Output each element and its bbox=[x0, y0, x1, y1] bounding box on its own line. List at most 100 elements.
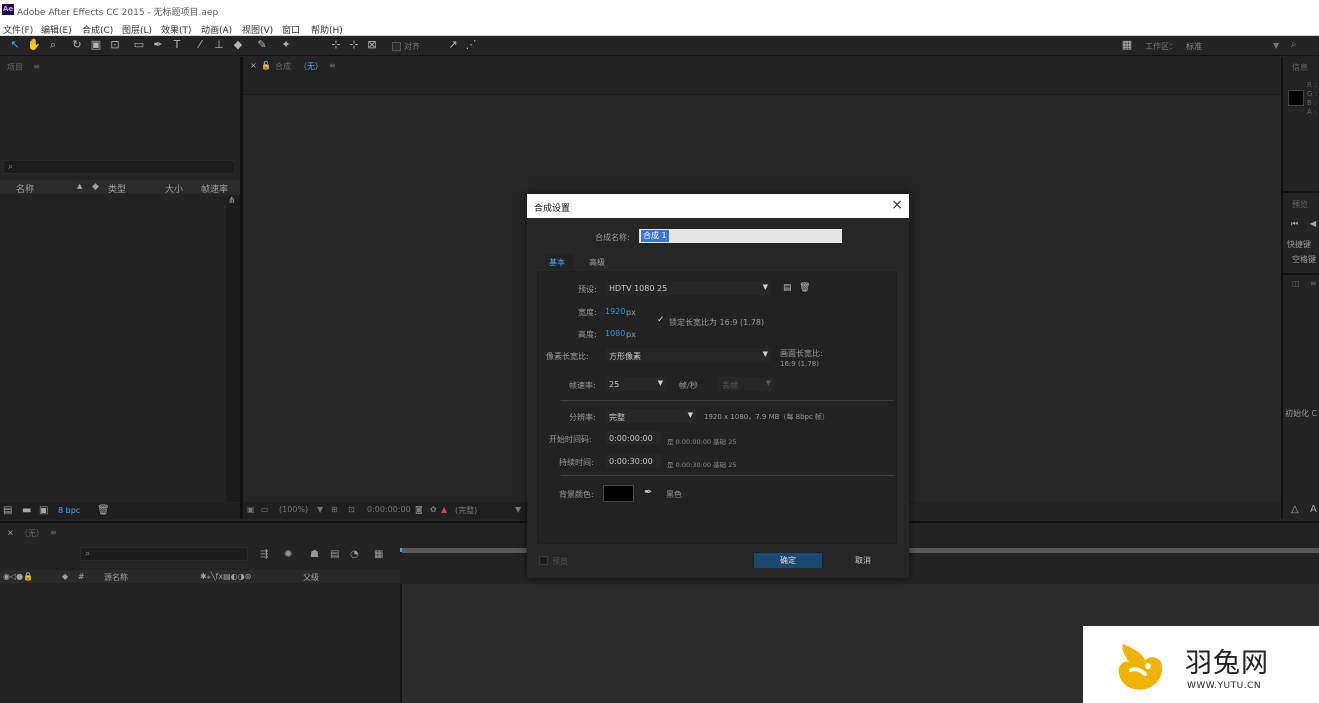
menu-view[interactable]: 视图(V) bbox=[242, 23, 273, 36]
menu-help[interactable]: 帮助(H) bbox=[311, 23, 343, 36]
eraser-tool-icon[interactable]: ◆ bbox=[231, 38, 245, 52]
av-switches-icon[interactable]: ◉◁●🔒 bbox=[3, 572, 33, 581]
text-tool-icon[interactable]: T bbox=[170, 38, 184, 52]
duration-input[interactable]: 0:00:30:00 bbox=[606, 454, 661, 468]
info-tab[interactable]: 信息 bbox=[1292, 62, 1308, 73]
interpret-footage-icon[interactable]: ▤ bbox=[3, 505, 12, 516]
column-size[interactable]: 大小 bbox=[165, 182, 183, 195]
display-icon[interactable]: ▭ bbox=[261, 505, 269, 514]
snap-checkbox[interactable] bbox=[392, 42, 401, 51]
delete-preset-icon[interactable]: 🗑 bbox=[799, 283, 810, 293]
menu-layer[interactable]: 图层(L) bbox=[122, 23, 152, 36]
layer-switches-icon[interactable]: ✱⁎╲fx▤◐◑⊛ bbox=[200, 572, 251, 581]
column-name[interactable]: 名称 bbox=[16, 182, 34, 195]
resolution-dropdown[interactable]: 完整 ▼ bbox=[606, 409, 696, 423]
viewer-timecode[interactable]: 0:00:00:00 bbox=[367, 505, 411, 514]
sort-up-icon[interactable]: ▲ bbox=[77, 182, 82, 190]
panel-menu-icon[interactable]: ≡ bbox=[1310, 279, 1317, 288]
frame-blending-icon[interactable]: ▤ bbox=[330, 549, 339, 560]
snapshot-icon[interactable]: ▣ bbox=[247, 505, 255, 514]
label-tag-icon[interactable]: ◆ bbox=[62, 572, 68, 581]
camera-tool-icon[interactable]: ▣ bbox=[89, 38, 103, 52]
spacebar-value[interactable]: 空格键 bbox=[1292, 254, 1316, 265]
viewer-tab-comp[interactable]: （无） bbox=[299, 61, 323, 72]
snap-grid-icon[interactable]: ⋰ bbox=[464, 38, 478, 52]
effects-tab-icon[interactable]: ◫ bbox=[1292, 279, 1300, 288]
tab-basic-label[interactable]: 基本 bbox=[549, 257, 565, 268]
height-value[interactable]: 1080 bbox=[605, 329, 625, 338]
timeline-layer-list[interactable] bbox=[0, 584, 397, 703]
viewer-tab-label[interactable]: 合成 bbox=[275, 61, 291, 72]
shy-layers-icon[interactable]: ☗ bbox=[310, 549, 319, 560]
rectangle-tool-icon[interactable]: ▭ bbox=[132, 38, 146, 52]
camera-snapshot-icon[interactable]: ◙ bbox=[415, 505, 423, 514]
brush-tool-icon[interactable]: ⁄ bbox=[193, 38, 207, 52]
fit-icon[interactable]: ⊞ bbox=[331, 505, 338, 514]
motion-blur-icon[interactable]: ◔ bbox=[350, 549, 359, 560]
menu-effect[interactable]: 效果(T) bbox=[161, 23, 192, 36]
world-axis-icon[interactable]: ⊹ bbox=[347, 38, 361, 52]
timeline-tab[interactable]: （无） bbox=[20, 528, 44, 539]
layer-number-icon[interactable]: # bbox=[78, 572, 85, 581]
selection-tool-icon[interactable]: ↖ bbox=[8, 38, 22, 52]
bpc-toggle[interactable]: 8 bpc bbox=[58, 506, 80, 515]
column-parent[interactable]: 父级 bbox=[303, 572, 319, 583]
workspace-dropdown-icon[interactable]: ▼ bbox=[1273, 41, 1279, 50]
close-tab-icon[interactable]: × bbox=[250, 61, 257, 70]
snap-option-icon[interactable]: ↗ bbox=[446, 38, 460, 52]
comp-name-input[interactable] bbox=[639, 229, 842, 243]
cancel-button[interactable]: 取消 bbox=[829, 553, 897, 568]
panel-menu-icon[interactable]: ≡ bbox=[50, 528, 57, 537]
project-items-list[interactable] bbox=[0, 195, 225, 502]
new-folder-icon[interactable]: ▬ bbox=[22, 505, 31, 516]
clone-stamp-tool-icon[interactable]: ⊥ bbox=[212, 38, 226, 52]
search-help-icon[interactable]: ⌕ bbox=[1291, 39, 1297, 50]
ok-button[interactable]: 确定 bbox=[754, 553, 822, 568]
width-value[interactable]: 1920 bbox=[605, 307, 625, 316]
zoom-tool-icon[interactable]: ⌕ bbox=[46, 38, 60, 52]
comp-mini-flowchart-icon[interactable]: ⇶ bbox=[260, 549, 268, 560]
framerate-dropdown[interactable]: 25 ▼ bbox=[606, 377, 666, 391]
delete-icon[interactable]: 🗑 bbox=[97, 505, 110, 516]
preview-checkbox[interactable] bbox=[539, 556, 548, 565]
start-timecode-input[interactable]: 0:00:00:00 bbox=[606, 431, 661, 445]
panel-menu-icon[interactable]: ≡ bbox=[329, 61, 336, 70]
graph-editor-icon[interactable]: ▦ bbox=[374, 549, 383, 560]
tab-advanced-label[interactable]: 高级 bbox=[589, 257, 605, 268]
timeline-search-input[interactable]: ⌕ bbox=[80, 547, 248, 561]
bg-color-swatch[interactable] bbox=[603, 485, 634, 502]
menu-composition[interactable]: 合成(C) bbox=[82, 23, 113, 36]
prev-frame-icon[interactable]: ◀ bbox=[1310, 219, 1316, 228]
rotate-tool-icon[interactable]: ↻ bbox=[70, 38, 84, 52]
draft-3d-icon[interactable]: ✺ bbox=[284, 549, 292, 560]
close-tab-icon[interactable]: × bbox=[7, 528, 14, 537]
paint-icon[interactable]: △ bbox=[1291, 504, 1299, 515]
flowchart-icon[interactable]: ⋔ bbox=[228, 196, 236, 206]
project-scrollbar[interactable]: ⋔ bbox=[226, 195, 240, 502]
resolution-dropdown[interactable]: (完整) bbox=[455, 505, 477, 516]
hand-tool-icon[interactable]: ✋ bbox=[27, 38, 41, 52]
menu-window[interactable]: 窗口 bbox=[282, 23, 300, 36]
roto-brush-tool-icon[interactable]: ✎ bbox=[255, 38, 269, 52]
close-icon[interactable]: × bbox=[891, 197, 903, 213]
show-channel-icon[interactable]: ✿ bbox=[430, 505, 437, 514]
lock-aspect-checkbox[interactable]: ✓ bbox=[657, 315, 665, 325]
column-type[interactable]: 类型 bbox=[108, 182, 126, 195]
menu-edit[interactable]: 编辑(E) bbox=[41, 23, 72, 36]
label-tag-icon[interactable]: ◆ bbox=[92, 182, 99, 192]
local-axis-icon[interactable]: ⊹ bbox=[329, 38, 343, 52]
project-tab[interactable]: 项目 bbox=[7, 62, 23, 73]
pen-tool-icon[interactable]: ✒ bbox=[151, 38, 165, 52]
lock-icon[interactable]: 🔓 bbox=[261, 61, 271, 70]
text-panel-icon[interactable]: A bbox=[1310, 504, 1317, 515]
column-source-name[interactable]: 源名称 bbox=[104, 572, 128, 583]
color-channel-icon[interactable]: ▲ bbox=[441, 505, 447, 514]
panel-menu-icon[interactable]: ≡ bbox=[33, 62, 40, 71]
comp-name-value[interactable]: 合成 1 bbox=[641, 230, 669, 242]
first-frame-icon[interactable]: ⏮ bbox=[1291, 219, 1298, 229]
preview-tab[interactable]: 预览 bbox=[1292, 199, 1308, 210]
puppet-tool-icon[interactable]: ✦ bbox=[279, 38, 293, 52]
save-preset-icon[interactable]: ▤ bbox=[783, 283, 792, 293]
workspace-value[interactable]: 标准 bbox=[1186, 41, 1202, 52]
resolution-arrow-icon[interactable]: ▼ bbox=[515, 505, 521, 514]
